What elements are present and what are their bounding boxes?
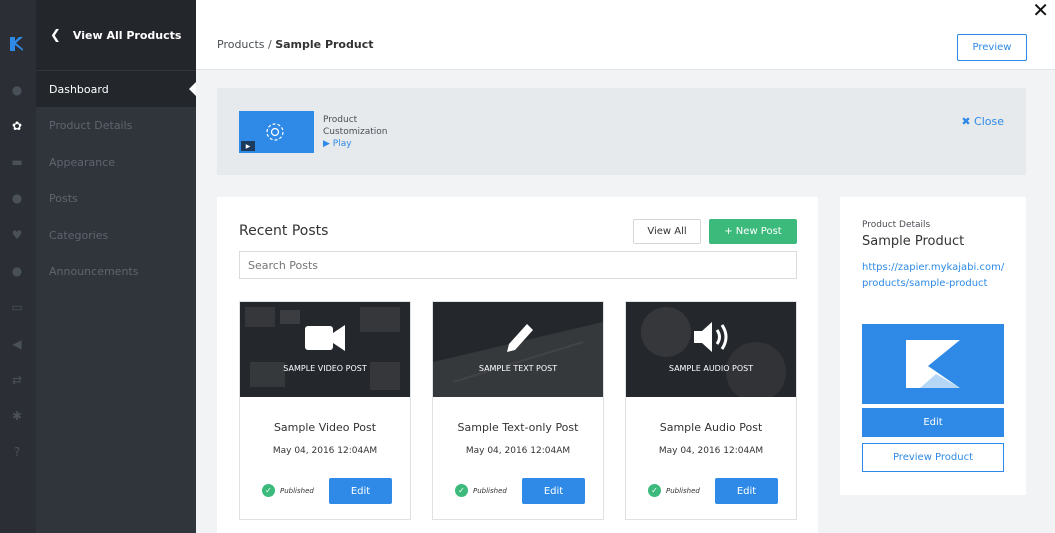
product-url-link[interactable]: https://zapier.mykajabi.com/products/sam… <box>862 260 1010 292</box>
search-posts-input[interactable] <box>239 251 797 279</box>
post-date: May 04, 2016 12:04AM <box>658 446 764 456</box>
play-link[interactable]: ▶ Play <box>323 138 387 150</box>
video-camera-icon <box>305 325 345 351</box>
pencil-icon <box>507 324 533 352</box>
status-badge: ✓ Published <box>648 484 700 497</box>
post-card-text: SAMPLE TEXT POST Sample Text-only Post M… <box>432 301 604 520</box>
product-details-card: Product Details Sample Product https://z… <box>840 197 1026 495</box>
post-date: May 04, 2016 12:04AM <box>465 446 571 456</box>
view-all-products-link[interactable]: ❮ View All Products <box>36 0 196 70</box>
gear-icon <box>266 123 284 141</box>
post-title: Sample Video Post <box>273 421 377 434</box>
top-bar: Products / Sample Product Preview ✕ <box>196 0 1055 70</box>
post-card-audio: SAMPLE AUDIO POST Sample Audio Post May … <box>625 301 797 520</box>
help-icon[interactable]: ? <box>9 444 25 460</box>
nav-item-appearance[interactable]: Appearance <box>36 144 196 180</box>
customization-video-thumbnail[interactable]: ▶ <box>239 111 314 153</box>
status-badge: ✓ Published <box>262 484 314 497</box>
nav-item-posts[interactable]: Posts <box>36 180 196 216</box>
status-label: Published <box>473 486 507 495</box>
edit-post-button[interactable]: Edit <box>329 478 392 504</box>
product-nav: ❮ View All Products Dashboard Product De… <box>36 0 196 533</box>
nav-item-label: Posts <box>49 191 78 205</box>
post-image[interactable]: SAMPLE AUDIO POST <box>626 302 796 397</box>
breadcrumb: Products / Sample Product <box>217 38 373 51</box>
check-icon: ✓ <box>262 484 275 497</box>
nav-item-product-details[interactable]: Product Details <box>36 107 196 143</box>
users-icon[interactable]: ● <box>9 190 25 206</box>
settings-icon[interactable]: ✱ <box>9 408 25 424</box>
nav-item-dashboard[interactable]: Dashboard <box>36 71 196 107</box>
post-image[interactable]: SAMPLE TEXT POST <box>433 302 603 397</box>
dashboard-icon[interactable]: ● <box>9 82 25 98</box>
nav-item-label: Dashboard <box>49 82 109 96</box>
post-image-label: SAMPLE AUDIO POST <box>668 364 754 373</box>
status-label: Published <box>666 486 700 495</box>
recent-posts-card: Recent Posts View All + New Post SAMPLE … <box>217 197 818 533</box>
post-date: May 04, 2016 12:04AM <box>272 446 378 456</box>
banner-text: Product Customization ▶ Play <box>323 114 387 150</box>
nav-item-label: Categories <box>49 228 109 242</box>
products-icon[interactable]: ✿ <box>9 118 25 134</box>
kajabi-logo-icon[interactable] <box>9 36 25 52</box>
product-thumbnail <box>862 324 1004 404</box>
shuffle-icon[interactable]: ⇄ <box>9 372 25 388</box>
check-icon: ✓ <box>455 484 468 497</box>
product-name: Sample Product <box>862 234 965 249</box>
play-icon: ▶ <box>241 141 255 151</box>
view-all-button[interactable]: View All <box>633 219 701 244</box>
recent-posts-title: Recent Posts <box>239 223 329 239</box>
post-title: Sample Audio Post <box>659 421 763 434</box>
post-card-video: SAMPLE VIDEO POST Sample Video Post May … <box>239 301 411 520</box>
banner-close-button[interactable]: ✖ Close <box>961 115 1004 128</box>
check-icon: ✓ <box>648 484 661 497</box>
banner-line2: Customization <box>323 127 388 137</box>
post-title: Sample Text-only Post <box>457 421 579 434</box>
nav-item-label: Announcements <box>49 264 139 278</box>
status-label: Published <box>280 486 314 495</box>
chat-icon[interactable]: ● <box>9 263 25 279</box>
breadcrumb-current: Sample Product <box>275 38 374 51</box>
kajabi-logo-icon <box>906 340 960 388</box>
nav-item-label: Appearance <box>49 155 116 169</box>
preview-product-button[interactable]: Preview Product <box>862 443 1004 472</box>
status-badge: ✓ Published <box>455 484 507 497</box>
close-icon[interactable]: ✕ <box>1032 0 1049 22</box>
banner-line1: Product <box>323 115 358 125</box>
post-image[interactable]: SAMPLE VIDEO POST <box>240 302 410 397</box>
nav-item-categories[interactable]: Categories <box>36 217 196 253</box>
heart-icon[interactable]: ♥ <box>9 227 25 243</box>
app: ● ✿ ▬ ● ♥ ● ▭ ◀ ⇄ ✱ ? ❮ View All Product… <box>0 0 1055 533</box>
customization-banner: ▶ Product Customization ▶ Play ✖ Close <box>217 88 1026 175</box>
speaker-icon <box>694 322 728 352</box>
new-post-button[interactable]: + New Post <box>709 219 797 244</box>
post-image-label: SAMPLE VIDEO POST <box>283 364 367 373</box>
megaphone-icon[interactable]: ◀ <box>9 336 25 352</box>
edit-product-button[interactable]: Edit <box>862 408 1004 437</box>
view-all-products-label: View All Products <box>72 28 182 42</box>
post-image-label: SAMPLE TEXT POST <box>478 364 558 373</box>
edit-post-button[interactable]: Edit <box>715 478 778 504</box>
icon-rail: ● ✿ ▬ ● ♥ ● ▭ ◀ ⇄ ✱ ? <box>0 0 36 533</box>
nav-item-announcements[interactable]: Announcements <box>36 253 196 289</box>
breadcrumb-products-link[interactable]: Products / <box>217 38 275 51</box>
main-content: Products / Sample Product Preview ✕ ▶ Pr… <box>196 0 1055 533</box>
chevron-left-icon: ❮ <box>50 27 61 43</box>
preview-button[interactable]: Preview <box>957 34 1027 61</box>
product-details-heading: Product Details <box>862 220 931 230</box>
monitor-icon[interactable]: ▭ <box>9 299 25 315</box>
edit-post-button[interactable]: Edit <box>522 478 585 504</box>
cart-icon[interactable]: ▬ <box>9 154 25 170</box>
nav-item-label: Product Details <box>49 118 133 132</box>
